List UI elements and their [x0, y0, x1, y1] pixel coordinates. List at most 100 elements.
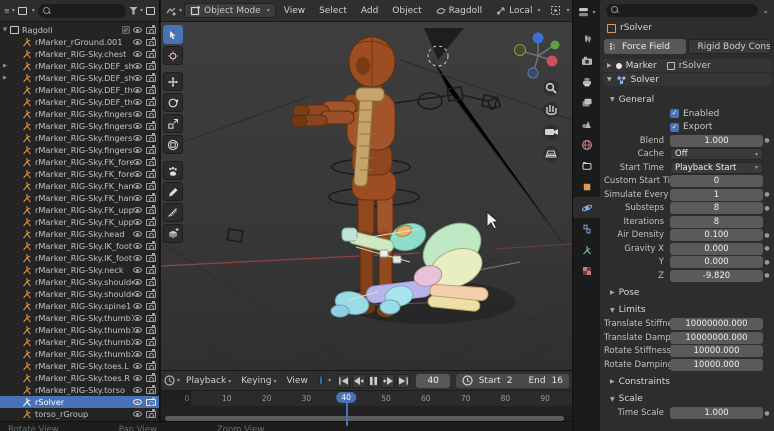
prev-keyframe-button[interactable]: [351, 373, 366, 388]
tool-move[interactable]: [163, 72, 183, 91]
disclosure-icon[interactable]: ▶: [0, 75, 10, 81]
number-field[interactable]: 0.100: [670, 229, 763, 241]
menu-keying[interactable]: Keying ▾: [237, 374, 280, 388]
camera-icon[interactable]: [146, 229, 156, 238]
camera-icon[interactable]: [146, 409, 156, 418]
outliner-row[interactable]: rMarker_RIG-Sky.DEF_thi: [0, 96, 159, 108]
timeline-editor-type-button[interactable]: ▾: [164, 375, 180, 386]
outliner-row[interactable]: rMarker_RIG-Sky.FK_han: [0, 180, 159, 192]
menu-ragdoll[interactable]: Ragdoll: [430, 4, 489, 18]
gizmo-y-axis[interactable]: [514, 44, 526, 56]
camera-icon[interactable]: [146, 49, 156, 58]
number-field[interactable]: 1.000: [670, 134, 763, 147]
camera-icon[interactable]: [146, 61, 156, 70]
panel-pose[interactable]: ▶ Pose: [604, 286, 771, 299]
tool-measure[interactable]: [163, 203, 183, 222]
camera-icon[interactable]: [146, 157, 156, 166]
outliner-row[interactable]: rMarker_RIG-Sky.thumb1: [0, 324, 159, 336]
camera-icon[interactable]: [146, 109, 156, 118]
panel-limits[interactable]: ▼ Limits: [604, 304, 771, 317]
outliner-row[interactable]: rMarker_RIG-Sky.thumb2: [0, 348, 159, 360]
tab-render-properties[interactable]: [573, 50, 600, 71]
playhead-line[interactable]: [346, 403, 348, 426]
tab-collection-properties[interactable]: [573, 155, 600, 176]
menu-add[interactable]: Add: [355, 4, 384, 18]
current-frame-field[interactable]: 40: [416, 373, 451, 388]
ruler-tick[interactable]: 90: [540, 394, 550, 403]
tab-physics-properties[interactable]: [573, 197, 600, 218]
outliner-row[interactable]: rMarker_RIG-Sky.FK_han: [0, 192, 159, 204]
auto-keying-toggle[interactable]: [317, 374, 325, 387]
number-field[interactable]: -9.820: [670, 269, 763, 282]
outliner-row[interactable]: rMarker_RIG-Sky.chest: [0, 48, 159, 60]
eye-icon[interactable]: [133, 171, 142, 177]
camera-icon[interactable]: [146, 121, 156, 130]
eye-icon[interactable]: [133, 255, 142, 261]
outliner-row[interactable]: ▶ rMarker_RIG-Sky.DEF_shi: [0, 60, 159, 72]
tab-output-properties[interactable]: [573, 71, 600, 92]
tool-add-cube[interactable]: [163, 224, 183, 243]
properties-options-icon[interactable]: ⌄: [762, 6, 769, 15]
auto-keying-dropdown[interactable]: ▾: [328, 377, 331, 384]
outliner-row[interactable]: rMarker_RIG-Sky.toes.R: [0, 372, 159, 384]
viewport-canvas[interactable]: [161, 22, 572, 370]
zoom-button[interactable]: [543, 80, 559, 96]
eye-icon[interactable]: [133, 291, 142, 297]
camera-icon[interactable]: [146, 181, 156, 190]
eye-icon[interactable]: [133, 75, 142, 81]
outliner-row[interactable]: rMarker_RIG-Sky.spine1: [0, 300, 159, 312]
panel-constraints[interactable]: ▶ Constraints: [604, 375, 771, 388]
menu-timeline-view[interactable]: View: [282, 374, 311, 388]
number-field[interactable]: 8: [670, 202, 763, 214]
camera-icon[interactable]: [146, 205, 156, 214]
number-field[interactable]: 0.000: [670, 256, 763, 268]
viewport-3d[interactable]: [161, 22, 572, 370]
ruler-tick[interactable]: 60: [421, 394, 431, 403]
disclosure-icon[interactable]: ▼: [0, 27, 10, 33]
eye-icon[interactable]: [133, 51, 142, 57]
outliner-row[interactable]: rMarker_RIG-Sky.neck: [0, 264, 159, 276]
display-mode-button[interactable]: ▾: [17, 6, 35, 15]
ruler-tick[interactable]: 50: [381, 394, 391, 403]
tool-ragdoll-manipulate[interactable]: [163, 161, 183, 180]
menu-select[interactable]: Select: [313, 4, 353, 18]
filter-button[interactable]: ▾: [128, 6, 143, 15]
new-collection-button[interactable]: [146, 6, 155, 15]
eye-icon[interactable]: [133, 279, 142, 285]
outliner-row[interactable]: rMarker_RIG-Sky.head: [0, 228, 159, 240]
eye-icon[interactable]: [133, 99, 142, 105]
dropdown-field[interactable]: Off ▾: [670, 148, 763, 160]
eye-icon[interactable]: [133, 231, 142, 237]
eye-icon[interactable]: [133, 63, 142, 69]
pan-button[interactable]: [543, 102, 559, 118]
outliner-row[interactable]: rMarker_RIG-Sky.FK_fore: [0, 168, 159, 180]
number-field[interactable]: 0: [670, 175, 763, 187]
outliner-row[interactable]: rMarker_RIG-Sky.shoulde: [0, 288, 159, 300]
timeline-track[interactable]: [161, 406, 572, 415]
eye-icon[interactable]: [133, 27, 142, 33]
ruler-tick[interactable]: 80: [501, 394, 511, 403]
next-keyframe-button[interactable]: [380, 373, 395, 388]
marker-panel-header[interactable]: ▶ Marker rSolver: [603, 59, 772, 72]
tool-transform[interactable]: [163, 135, 183, 154]
camera-icon[interactable]: [146, 313, 156, 322]
tab-texture-properties[interactable]: [573, 260, 600, 281]
camera-icon[interactable]: [146, 289, 156, 298]
eye-icon[interactable]: [133, 123, 142, 129]
editor-type-button[interactable]: ≡ ▾: [4, 7, 15, 15]
gizmo-z-neg-axis[interactable]: [527, 67, 539, 79]
mode-dropdown[interactable]: Object Mode ▾: [184, 3, 276, 18]
ruler-tick[interactable]: 20: [262, 394, 272, 403]
dropdown-field[interactable]: Playback Start ▾: [670, 161, 763, 174]
panel-scale[interactable]: ▼ Scale: [604, 393, 771, 406]
timeline-ruler[interactable]: 0 10 20 30 40 50 60 70 80 90: [161, 391, 572, 426]
eye-icon[interactable]: [133, 219, 142, 225]
camera-icon[interactable]: [146, 265, 156, 274]
camera-icon[interactable]: [146, 145, 156, 154]
number-field[interactable]: 0.000: [670, 242, 763, 255]
outliner-row[interactable]: rMarker_RIG-Sky.thumb2: [0, 336, 159, 348]
outliner-search-input[interactable]: [37, 3, 126, 18]
outliner-row[interactable]: ▶ rMarker_RIG-Sky.DEF_shi: [0, 72, 159, 84]
outliner-row[interactable]: rMarker_RIG-Sky.thumb1: [0, 312, 159, 324]
camera-icon[interactable]: [146, 385, 156, 394]
